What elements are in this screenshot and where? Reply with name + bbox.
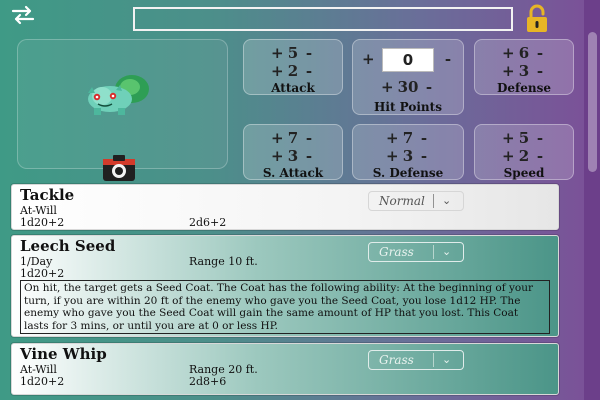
increase-button[interactable]: +	[502, 62, 515, 80]
stat-label: Speed	[503, 166, 545, 180]
pokemon-sprite	[88, 75, 149, 115]
decrease-button[interactable]: -	[423, 78, 435, 96]
camera-icon[interactable]	[102, 154, 136, 182]
increase-button[interactable]: +	[381, 78, 394, 96]
move-to-hit: 1d20+2	[20, 216, 65, 229]
scrollbar-thumb[interactable]	[588, 32, 597, 172]
move-type-select[interactable]: Grass ⌄	[368, 350, 464, 370]
move-to-hit: 1d20+2	[20, 267, 65, 280]
stat-attack: +5- +2- Attack	[243, 39, 343, 95]
move-range: Range 10 ft.	[189, 255, 258, 268]
increase-button[interactable]: +	[271, 44, 284, 62]
increase-button[interactable]: +	[502, 44, 515, 62]
decrease-button[interactable]: -	[303, 44, 315, 62]
stat-label: Defense	[497, 81, 551, 95]
move-type-value: Normal	[379, 194, 425, 208]
increase-button[interactable]: +	[502, 147, 515, 165]
stat-base-value: 3	[402, 147, 414, 165]
select-divider	[433, 353, 434, 367]
move-damage: 2d6+2	[189, 216, 227, 229]
stat-base-value: 3	[287, 147, 299, 165]
move-damage: 2d8+6	[189, 375, 227, 388]
chevron-down-icon: ⌄	[442, 194, 452, 207]
move-card-leech-seed[interactable]: Leech Seed 1/Day Range 10 ft. 1d20+2 Gra…	[11, 235, 559, 337]
increase-button[interactable]: +	[386, 129, 399, 147]
stat-add-value: 7	[287, 129, 299, 147]
stat-add-value: 6	[518, 44, 530, 62]
move-name: Leech Seed	[20, 237, 116, 255]
decrease-button[interactable]: -	[303, 147, 315, 165]
stat-defense: +6- +3- Defense	[474, 39, 574, 95]
chevron-down-icon: ⌄	[442, 353, 452, 366]
nickname-input[interactable]	[133, 7, 513, 31]
increase-button[interactable]: +	[271, 62, 284, 80]
decrease-button[interactable]: -	[534, 62, 546, 80]
decrease-button[interactable]: -	[534, 44, 546, 62]
increase-button[interactable]: +	[362, 50, 375, 68]
move-description: On hit, the target gets a Seed Coat. The…	[20, 280, 550, 334]
stat-base-value: 2	[287, 62, 299, 80]
padlock-icon[interactable]	[524, 4, 550, 34]
move-name: Tackle	[20, 186, 75, 204]
scrollbar[interactable]	[584, 0, 600, 400]
decrease-button[interactable]: -	[418, 147, 430, 165]
chevron-down-icon: ⌄	[442, 245, 452, 258]
decrease-button[interactable]: -	[418, 129, 430, 147]
increase-button[interactable]: +	[386, 147, 399, 165]
top-bar	[0, 0, 600, 38]
decrease-button[interactable]: -	[534, 147, 546, 165]
move-name: Vine Whip	[20, 345, 107, 363]
increase-button[interactable]: +	[271, 147, 284, 165]
select-divider	[433, 194, 434, 208]
select-divider	[433, 245, 434, 259]
decrease-button[interactable]: -	[442, 50, 454, 68]
stat-hit-points: +0- +30- Hit Points	[352, 39, 464, 115]
stat-label: Attack	[271, 81, 315, 95]
decrease-button[interactable]: -	[303, 62, 315, 80]
move-to-hit: 1d20+2	[20, 375, 65, 388]
move-type-value: Grass	[379, 353, 414, 367]
move-card-tackle[interactable]: Tackle At-Will 1d20+2 2d6+2 Normal ⌄	[11, 184, 559, 230]
stat-base-value: 3	[518, 62, 530, 80]
move-card-vine-whip[interactable]: Vine Whip At-Will Range 20 ft. 1d20+2 2d…	[11, 343, 559, 395]
increase-button[interactable]: +	[271, 129, 284, 147]
move-type-select[interactable]: Normal ⌄	[368, 191, 464, 211]
stat-label: S. Defense	[372, 166, 444, 180]
increase-button[interactable]: +	[502, 129, 515, 147]
stat-label: S. Attack	[262, 166, 324, 180]
swap-arrows-icon[interactable]	[10, 5, 36, 25]
stat-sp-attack: +7- +3- S. Attack	[243, 124, 343, 180]
stat-base-value: 2	[518, 147, 530, 165]
stat-add-value: 5	[287, 44, 299, 62]
move-type-select[interactable]: Grass ⌄	[368, 242, 464, 262]
decrease-button[interactable]: -	[303, 129, 315, 147]
stat-add-value: 5	[518, 129, 530, 147]
stat-add-value: 7	[402, 129, 414, 147]
decrease-button[interactable]: -	[534, 129, 546, 147]
hp-total-value: 30	[397, 78, 419, 96]
stat-sp-defense: +7- +3- S. Defense	[352, 124, 464, 180]
hp-input[interactable]: 0	[382, 48, 434, 72]
stat-speed: +5- +2- Speed	[474, 124, 574, 180]
stat-label: Hit Points	[374, 100, 442, 114]
move-type-value: Grass	[379, 245, 414, 259]
